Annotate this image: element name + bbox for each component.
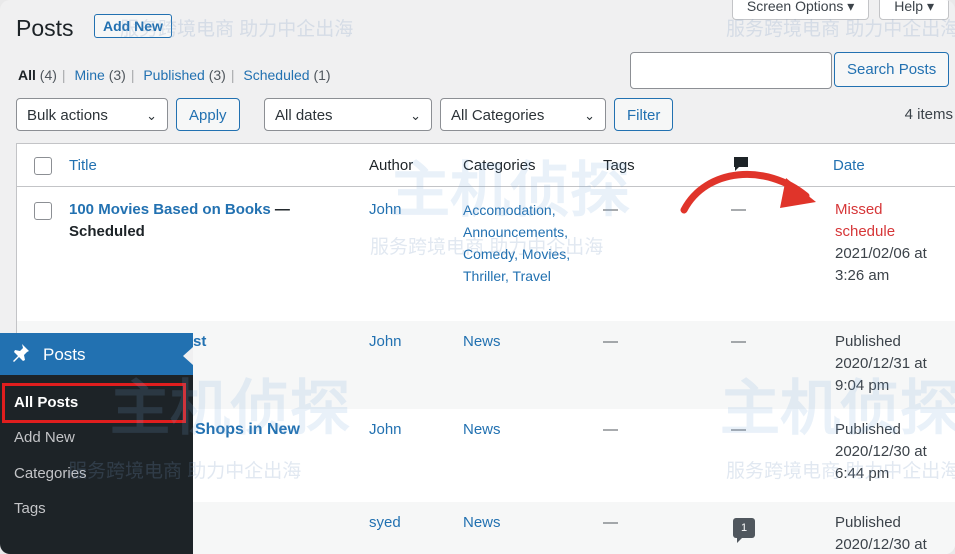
- current-menu-arrow: [183, 347, 193, 365]
- column-categories: Categories: [463, 157, 536, 174]
- separator: |: [130, 67, 135, 83]
- sidebar-posts-menu[interactable]: Posts: [0, 333, 193, 375]
- admin-sidebar: Posts All Posts Add New Categories Tags: [0, 333, 193, 554]
- categories-value: All Categories: [451, 107, 545, 124]
- dates-value: All dates: [275, 107, 333, 124]
- select-all-checkbox[interactable]: [34, 157, 52, 175]
- categories-links[interactable]: News: [463, 331, 501, 353]
- categories-links[interactable]: News: [463, 419, 501, 441]
- column-date[interactable]: Date: [833, 157, 865, 174]
- tags-value: —: [603, 514, 618, 531]
- author-link[interactable]: syed: [369, 512, 401, 534]
- post-date: 2021/02/06 at 3:26 am: [835, 245, 927, 284]
- pin-icon: [10, 343, 30, 368]
- post-date: 2020/12/30 at: [835, 536, 927, 553]
- sidebar-item-add-new[interactable]: Add New: [14, 429, 75, 446]
- post-date: 2020/12/31 at 9:04 pm: [835, 355, 927, 394]
- sidebar-section-label: Posts: [43, 345, 86, 364]
- column-title[interactable]: Title: [69, 157, 97, 174]
- search-input[interactable]: [630, 52, 832, 89]
- apply-button[interactable]: Apply: [176, 98, 240, 131]
- view-scheduled[interactable]: Scheduled: [243, 67, 309, 83]
- view-mine[interactable]: Mine: [74, 67, 104, 83]
- screenshot-frame: Screen Options ▾ Help ▾ Posts Add New Al…: [0, 0, 955, 554]
- author-link[interactable]: John: [369, 331, 402, 353]
- sidebar-item-categories[interactable]: Categories: [14, 465, 87, 482]
- view-all[interactable]: All: [18, 67, 36, 83]
- chevron-down-icon: ⌄: [410, 108, 421, 123]
- bulk-actions-value: Bulk actions: [27, 107, 108, 124]
- post-title-link[interactable]: st: [193, 331, 206, 353]
- row-checkbox[interactable]: [34, 202, 52, 220]
- screen-options-button[interactable]: Screen Options ▾: [731, 0, 870, 20]
- post-status: Published: [835, 514, 901, 531]
- page-title: Posts: [16, 15, 74, 41]
- post-status: Published: [835, 333, 901, 350]
- tags-value: —: [603, 201, 618, 218]
- annotation-arrow: [680, 170, 816, 214]
- tags-value: —: [603, 333, 618, 350]
- comments-value: —: [731, 421, 746, 438]
- post-status-filter: All (4) | Mine (3) | Published (3) | Schedu…: [18, 67, 331, 83]
- chevron-down-icon: ⌄: [584, 108, 595, 123]
- highlight-box: [2, 383, 186, 423]
- search-posts-button[interactable]: Search Posts: [834, 52, 950, 87]
- filter-button[interactable]: Filter: [614, 98, 674, 131]
- author-link[interactable]: John: [369, 199, 402, 221]
- categories-select[interactable]: All Categories ⌄: [440, 98, 606, 131]
- post-title-link[interactable]: 100 Movies Based on Books: [69, 201, 271, 218]
- post-status: Published: [835, 421, 901, 438]
- view-scheduled-count: (1): [313, 67, 331, 83]
- help-button[interactable]: Help ▾: [879, 0, 949, 20]
- sidebar-item-tags[interactable]: Tags: [14, 500, 46, 517]
- author-link[interactable]: John: [369, 419, 402, 441]
- comment-count-bubble[interactable]: 1: [733, 518, 755, 543]
- view-published[interactable]: Published: [143, 67, 205, 83]
- add-new-button[interactable]: Add New: [94, 14, 172, 38]
- missed-schedule-status: Missed schedule: [835, 201, 896, 240]
- categories-links[interactable]: News: [463, 512, 501, 534]
- dates-select[interactable]: All dates ⌄: [264, 98, 432, 131]
- separator: |: [230, 67, 235, 83]
- post-date: 2020/12/30 at 6:44 pm: [835, 443, 927, 482]
- column-tags: Tags: [603, 157, 635, 174]
- view-all-count: (4): [39, 67, 57, 83]
- view-published-count: (3): [208, 67, 226, 83]
- separator: |: [61, 67, 66, 83]
- categories-links[interactable]: Accomodation, Announcements, Comedy, Mov…: [463, 199, 581, 287]
- view-mine-count: (3): [108, 67, 126, 83]
- column-author: Author: [369, 157, 414, 174]
- screen-meta-links: Screen Options ▾ Help ▾: [731, 0, 949, 20]
- items-count: 4 items: [904, 106, 953, 123]
- tags-value: —: [603, 421, 618, 438]
- comments-value: —: [731, 333, 746, 350]
- bulk-actions-select[interactable]: Bulk actions ⌄: [16, 98, 168, 131]
- chevron-down-icon: ⌄: [146, 108, 157, 123]
- post-title-link[interactable]: Shops in New: [195, 419, 300, 441]
